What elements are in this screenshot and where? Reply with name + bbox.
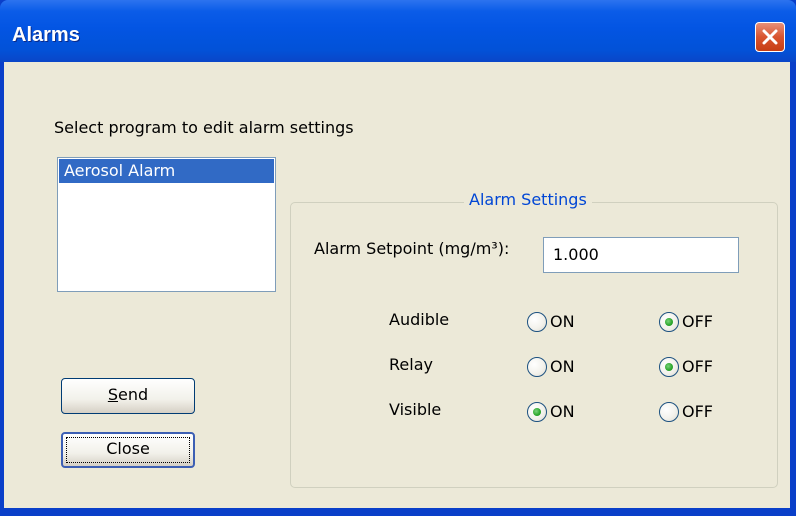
audible-label: Audible bbox=[389, 310, 450, 329]
radio-circle bbox=[659, 357, 679, 377]
radio-circle bbox=[527, 357, 547, 377]
close-window-button[interactable] bbox=[755, 22, 785, 52]
radio-label: OFF bbox=[682, 402, 713, 421]
close-icon bbox=[762, 29, 778, 45]
alarm-settings-title: Alarm Settings bbox=[464, 190, 592, 209]
relay-off-radio[interactable]: OFF bbox=[659, 355, 727, 379]
send-button-accelerator: S bbox=[107, 385, 118, 404]
radio-label: ON bbox=[550, 402, 575, 421]
radio-circle bbox=[527, 402, 547, 422]
radio-label: OFF bbox=[682, 357, 713, 376]
audible-on-radio[interactable]: ON bbox=[527, 310, 587, 334]
radio-circle bbox=[659, 312, 679, 332]
program-list-prompt: Select program to edit alarm settings bbox=[54, 118, 354, 137]
close-button[interactable]: Close bbox=[61, 432, 195, 468]
focus-rectangle bbox=[66, 437, 190, 463]
radio-selected-dot bbox=[533, 408, 541, 416]
visible-on-radio[interactable]: ON bbox=[527, 400, 587, 424]
send-button-label: end bbox=[118, 385, 149, 404]
send-button[interactable]: Send bbox=[61, 378, 195, 414]
program-listbox[interactable]: Aerosol Alarm bbox=[57, 157, 276, 292]
dialog-body: Select program to edit alarm settings Ae… bbox=[4, 62, 790, 508]
visible-label: Visible bbox=[389, 400, 442, 419]
radio-circle bbox=[527, 312, 547, 332]
alarms-dialog: Alarms Select program to edit alarm sett… bbox=[0, 0, 796, 516]
radio-selected-dot bbox=[665, 363, 673, 371]
window-title: Alarms bbox=[12, 24, 80, 46]
setpoint-label: Alarm Setpoint (mg/m³): bbox=[314, 239, 510, 258]
list-item[interactable]: Aerosol Alarm bbox=[59, 159, 274, 183]
radio-label: ON bbox=[550, 357, 575, 376]
audible-off-radio[interactable]: OFF bbox=[659, 310, 727, 334]
radio-circle bbox=[659, 402, 679, 422]
relay-on-radio[interactable]: ON bbox=[527, 355, 587, 379]
relay-label: Relay bbox=[389, 355, 433, 374]
setpoint-input[interactable]: 1.000 bbox=[543, 237, 739, 273]
title-bar: Alarms bbox=[0, 0, 796, 62]
radio-selected-dot bbox=[665, 318, 673, 326]
visible-off-radio[interactable]: OFF bbox=[659, 400, 727, 424]
radio-label: ON bbox=[550, 312, 575, 331]
radio-label: OFF bbox=[682, 312, 713, 331]
